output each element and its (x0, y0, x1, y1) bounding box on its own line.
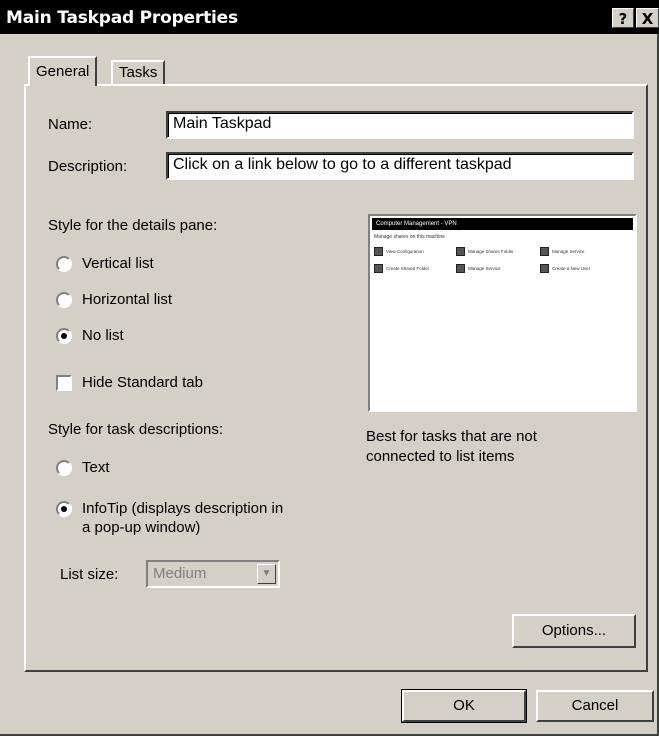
tab-general[interactable]: General (28, 56, 98, 86)
name-input[interactable]: Main Taskpad (166, 111, 634, 139)
no-list-label[interactable]: No list (82, 327, 124, 344)
description-input-value: Click on a link below to go to a differe… (173, 156, 512, 173)
infotip-label-line2[interactable]: a pop-up window) (82, 519, 200, 536)
ok-button[interactable]: OK (401, 689, 527, 723)
chevron-down-icon[interactable]: ▼ (257, 564, 276, 584)
options-button[interactable]: Options... (512, 614, 636, 648)
infotip-radio[interactable] (56, 501, 72, 517)
preview-task: Manage Service (456, 263, 501, 275)
tab-tasks[interactable]: Tasks (111, 60, 166, 86)
task-descriptions-heading: Style for task descriptions: (48, 421, 224, 438)
tab-general-label: General (36, 63, 90, 80)
preview-task-icon (374, 247, 383, 257)
preview-task-label: Create a New User (552, 266, 591, 271)
vertical-list-radio[interactable] (56, 256, 72, 272)
no-list-radio[interactable] (56, 328, 72, 344)
hide-standard-tab-checkbox[interactable] (56, 375, 72, 391)
hide-standard-tab-label[interactable]: Hide Standard tab (82, 374, 203, 391)
infotip-label-line1[interactable]: InfoTip (displays description in (82, 500, 283, 517)
radio-dot (61, 506, 67, 512)
vertical-list-label[interactable]: Vertical list (82, 255, 154, 272)
title-bar: Main Taskpad Properties ? X (0, 0, 659, 34)
name-input-value: Main Taskpad (173, 115, 272, 132)
preview-task: Create a New User (540, 263, 590, 275)
general-tab-panel: Name: Main Taskpad Description: Click on… (24, 84, 648, 672)
text-radio[interactable] (56, 460, 72, 476)
preview-caption-line2: connected to list items (366, 448, 515, 465)
text-label[interactable]: Text (82, 459, 110, 476)
preview-task-label: Manage Service (552, 249, 585, 254)
details-pane-heading: Style for the details pane: (48, 217, 218, 234)
preview-task: View Configuration (374, 246, 424, 258)
preview-task-label: Create Shared Folder (386, 266, 430, 271)
horizontal-list-label[interactable]: Horizontal list (82, 291, 172, 308)
preview-caption-line1: Best for tasks that are not (366, 428, 537, 445)
preview-task: Manage Service (540, 246, 585, 258)
radio-dot (61, 333, 67, 339)
preview-title-bar: Computer Management - VPN (372, 218, 633, 230)
preview-subtitle: Manage shares on this machine (374, 234, 445, 240)
name-label: Name: (48, 116, 93, 133)
tab-tasks-label: Tasks (119, 64, 158, 81)
properties-dialog: Main Taskpad Properties ? X General Task… (0, 0, 659, 736)
preview-task-icon (540, 247, 549, 257)
preview-task-label: Manage Shares Folder (468, 249, 514, 254)
preview-task-label: View Configuration (386, 249, 424, 254)
preview-task-icon (456, 247, 465, 257)
window-title: Main Taskpad Properties (6, 8, 238, 28)
preview-task: Create Shared Folder (374, 263, 429, 275)
description-label: Description: (48, 158, 128, 175)
preview-task-icon (456, 264, 465, 274)
preview-task-label: Manage Service (468, 266, 501, 271)
close-button[interactable]: X (636, 8, 659, 28)
cancel-button[interactable]: Cancel (536, 690, 654, 722)
taskpad-preview-image: Computer Management - VPN Manage shares … (368, 214, 637, 412)
horizontal-list-radio[interactable] (56, 292, 72, 308)
list-size-dropdown[interactable]: Medium ▼ (146, 560, 280, 588)
preview-task-icon (540, 264, 549, 274)
list-size-value: Medium (153, 565, 207, 582)
preview-task-icon (374, 264, 383, 274)
preview-task: Manage Shares Folder (456, 246, 514, 258)
help-button[interactable]: ? (612, 8, 634, 28)
list-size-label: List size: (60, 566, 119, 583)
description-input[interactable]: Click on a link below to go to a differe… (166, 152, 634, 180)
